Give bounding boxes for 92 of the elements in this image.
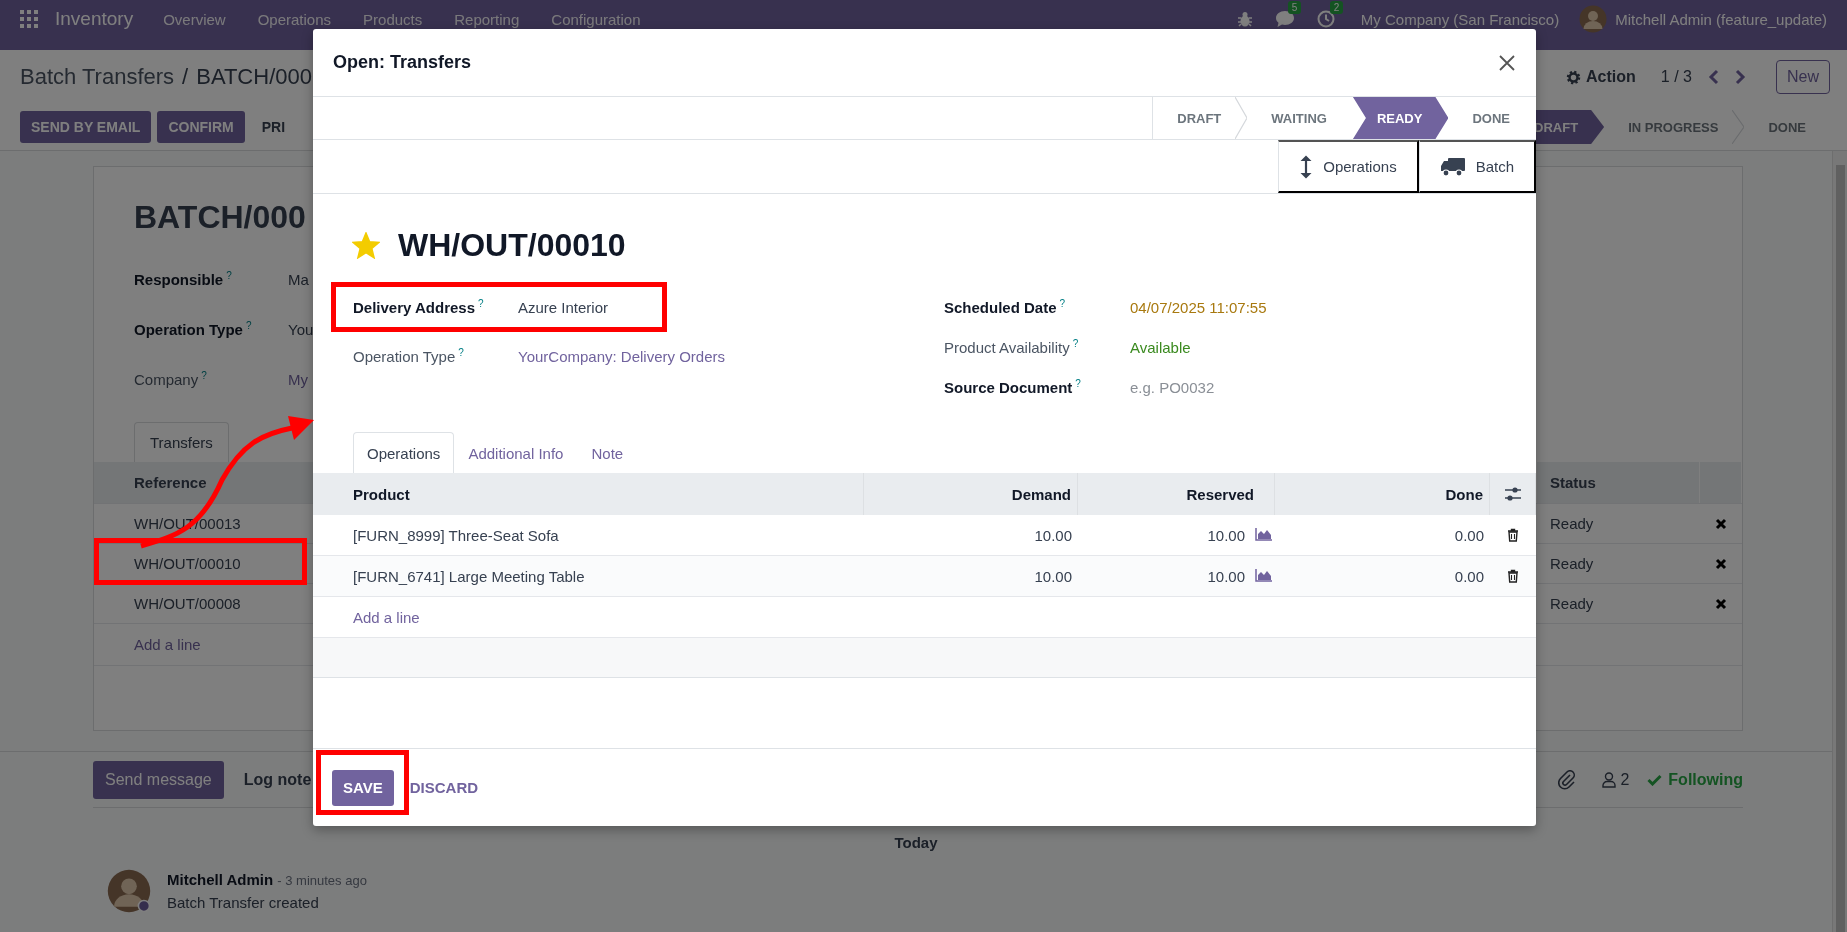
breadcrumb-separator: / [182, 64, 189, 90]
close-icon[interactable] [1498, 53, 1516, 72]
chat-icon[interactable] [1274, 10, 1295, 28]
truck-icon [1439, 156, 1466, 177]
menu-item[interactable]: Overview [163, 10, 226, 28]
status-step[interactable]: READY [1352, 97, 1449, 139]
smart-button[interactable]: Operations [1278, 140, 1419, 193]
record-title: WH/OUT/00010 [398, 226, 626, 265]
save-button[interactable]: SAVE [332, 769, 394, 806]
user-menu[interactable]: Mitchell Admin (feature_update) [1615, 10, 1827, 28]
table-cell[interactable] [1490, 556, 1536, 597]
field-value[interactable]: YourCompany: Delivery Orders [518, 347, 726, 365]
author-avatar [107, 869, 151, 913]
record-title: BATCH/000 [196, 64, 312, 90]
menu-item[interactable]: Reporting [454, 10, 520, 28]
send-message-button[interactable]: Send message [93, 760, 224, 799]
forecast-chart-icon[interactable] [1255, 567, 1273, 582]
toolbar-button[interactable]: SEND BY EMAIL [20, 111, 152, 143]
discard-button[interactable]: DISCARD [409, 779, 479, 796]
add-line-link[interactable]: Add a line [134, 636, 201, 653]
table-cell: 0.00 [1275, 556, 1490, 597]
following-button[interactable]: Following [1668, 770, 1743, 789]
tab[interactable]: Transfers [134, 422, 229, 462]
user-avatar [1579, 5, 1608, 33]
check-icon [1647, 773, 1663, 786]
field-value: Available [1130, 338, 1191, 356]
table-cell: 10.00 [864, 556, 1078, 597]
menu-item[interactable]: Operations [257, 10, 332, 28]
vertical-arrows-icon [1299, 154, 1314, 179]
table-cell[interactable]: [FURN_6741] Large Meeting Table [313, 556, 864, 597]
scrollbar[interactable] [1832, 151, 1847, 932]
log-note-button[interactable]: Log note [243, 770, 312, 789]
breadcrumb-link[interactable]: Batch Transfers [20, 64, 175, 90]
table-cell: 10.00 [1207, 526, 1245, 544]
menu-item[interactable]: Products [363, 10, 423, 28]
field-label: Company $^{?}$ [134, 370, 208, 388]
field-label: Source Document $^{?}$ [944, 378, 1082, 396]
field-label: Scheduled Date $^{?}$ [944, 298, 1067, 316]
person-icon [1602, 771, 1617, 788]
field-value[interactable]: My [288, 370, 308, 388]
input-field[interactable]: e.g. PO0032 [1130, 378, 1215, 396]
toolbar-button[interactable]: CONFIRM [157, 111, 245, 143]
clock-icon[interactable] [1316, 10, 1335, 28]
field-label: Responsible $^{?}$ [134, 270, 233, 288]
column-header[interactable]: Product [313, 473, 864, 515]
field-value: You [288, 320, 314, 338]
date-separator: Today [894, 834, 938, 851]
table-cell: 10.00 [1207, 567, 1245, 585]
column-header[interactable]: Demand [864, 473, 1078, 515]
trash-icon[interactable] [1507, 569, 1519, 583]
message-author: Mitchell Admin - 3 minutes ago [167, 871, 367, 888]
paperclip-icon[interactable] [1558, 769, 1577, 790]
field-value: 04/07/2025 11:07:55 [1130, 298, 1267, 316]
table-cell: Ready [1537, 583, 1700, 623]
table-cell: Ready [1537, 503, 1700, 543]
cross-icon[interactable] [1715, 597, 1727, 610]
column-header[interactable]: Done [1275, 473, 1490, 515]
next-icon[interactable] [1734, 69, 1746, 85]
table-cell: Ready [1537, 543, 1700, 583]
menu-item[interactable]: Configuration [551, 10, 641, 28]
message-body: Batch Transfer created [167, 894, 320, 911]
field-label: Operation Type $^{?}$ [134, 320, 253, 338]
app-name[interactable]: Inventory [55, 8, 134, 30]
action-menu[interactable]: Action [1566, 68, 1636, 86]
record-title: BATCH/000 [134, 198, 306, 237]
column-header[interactable]: Reserved [1078, 473, 1275, 515]
bug-icon[interactable] [1236, 10, 1253, 28]
pager-value: 1 / 3 [1660, 68, 1692, 86]
follower-count[interactable]: 2 [1620, 770, 1630, 789]
company-switcher[interactable]: My Company (San Francisco) [1360, 10, 1560, 28]
dialog-title: Open: Transfers [333, 52, 472, 73]
field-value: Azure Interior [518, 298, 609, 316]
trash-icon[interactable] [1507, 528, 1519, 542]
sliders-icon[interactable] [1503, 486, 1522, 502]
tab[interactable]: Operations [353, 432, 455, 473]
field-value: Ma [288, 270, 309, 288]
forecast-chart-icon[interactable] [1255, 526, 1273, 541]
column-header[interactable]: Status [1537, 462, 1700, 503]
cross-icon[interactable] [1715, 517, 1727, 530]
previous-icon[interactable] [1708, 69, 1720, 85]
count-badge: 2 [1329, 1, 1344, 14]
field-label: Delivery Address $^{?}$ [353, 298, 485, 316]
smart-button[interactable]: Batch [1418, 140, 1536, 193]
field-label: Operation Type $^{?}$ [353, 347, 465, 365]
add-line-link[interactable]: Add a line [353, 608, 420, 626]
gear-icon [1566, 69, 1582, 85]
apps-menu-icon[interactable] [20, 10, 38, 28]
cross-icon[interactable] [1715, 557, 1727, 570]
new-button[interactable]: New [1776, 60, 1830, 94]
field-label: Product Availability $^{?}$ [944, 338, 1080, 356]
favorite-star-icon[interactable] [352, 231, 380, 259]
toolbar-button[interactable]: PRI [250, 111, 297, 143]
